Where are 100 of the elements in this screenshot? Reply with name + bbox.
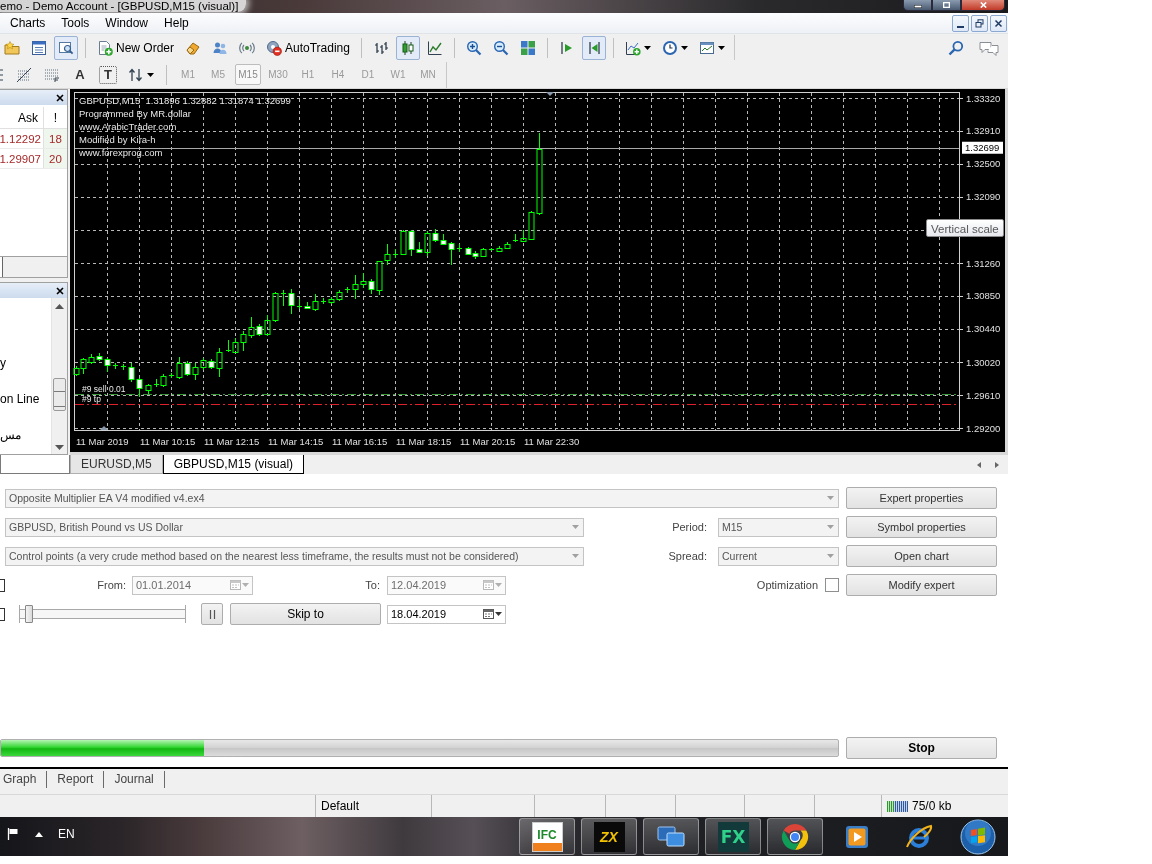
close-button[interactable] [961,0,1005,11]
tab[interactable]: Report [47,771,105,788]
current-price-label: 1.32699 [962,141,1003,154]
scroll-marker-icon[interactable] [100,426,108,430]
autoscroll-button[interactable] [581,35,606,60]
chart-info-text: GBPUSD,M15 1.31896 1.32882 1.31874 1.32699 [79,95,291,106]
menu-item[interactable]: Window [97,14,157,32]
chart-tab[interactable]: EURUSD,M5 [70,455,163,474]
checkbox[interactable] [0,578,5,592]
close-button[interactable] [53,284,66,297]
candles-button[interactable] [395,35,420,60]
skip-to-button[interactable]: Skip to [230,603,381,625]
close-icon [979,2,987,8]
app-logo: FX [717,821,749,852]
column-header[interactable]: ! [44,107,67,128]
close-icon [994,18,1003,28]
price-label: 1.30850 [966,290,1001,302]
maximize-button[interactable] [932,0,961,11]
chart-tab[interactable]: GBPUSD,M15 (visual) [162,455,305,474]
tree-item[interactable]: y [0,354,50,372]
search-icon [948,39,964,56]
caret-icon [571,554,579,558]
time-label: 11 Mar 20:15 [460,436,516,447]
scroll-right-icon[interactable] [995,461,999,468]
caret-icon [826,525,834,529]
tab[interactable]: Graph [0,771,48,788]
taskbar-button[interactable]: FX [705,818,761,855]
chat-bubbles-icon [978,39,1000,56]
checkbox[interactable] [825,578,839,592]
price-label: 1.30440 [966,323,1001,335]
field-label: Spread: [667,550,708,562]
minimize-button[interactable] [903,0,932,11]
chart-info-text: Modified by Kira-h [79,134,156,145]
tree-item[interactable]: مس [0,426,50,444]
scrollbar-thumb[interactable] [53,378,66,411]
text-tool-button[interactable]: A [68,62,92,87]
expert-properties-button[interactable]: Expert properties [846,487,997,509]
modify-expert-button[interactable]: Modify expert [846,574,997,596]
taskbar-button[interactable] [643,818,699,855]
pause-icon [208,609,216,619]
scroll-left-icon[interactable] [977,461,981,468]
orb-icon [960,818,996,855]
wheel-icon [780,821,810,852]
time-label: 11 Mar 12:15 [204,436,260,447]
tree-item[interactable]: on Line [0,390,50,408]
calendar-icon [483,580,494,590]
scroll-up-icon[interactable] [55,304,64,309]
taskbar-button[interactable]: IFC [519,818,575,855]
menu-item[interactable]: Help [156,14,197,32]
candlestick-icon [399,39,416,56]
column-header[interactable]: Ask [0,107,44,128]
scroll-down-icon[interactable] [55,445,64,450]
tab[interactable]: Journal [104,771,165,788]
app-logo: ZX [593,821,625,852]
date-field[interactable]: 18.04.2019 [387,604,506,624]
checkbox[interactable] [0,607,5,621]
pause-button[interactable] [201,603,223,625]
maximize-icon [943,2,950,8]
caret-up-icon[interactable] [35,832,43,837]
arrows-icon [128,66,144,83]
taskbar-button[interactable] [767,818,823,855]
minimize-button[interactable] [952,14,969,32]
zoom-in-icon [465,39,482,56]
new-order-button[interactable]: New Order [93,35,178,60]
calendar-icon [483,609,494,619]
symbol-properties-button[interactable]: Symbol properties [846,516,997,538]
no-entry-icon [266,39,282,56]
checkbox-label: Optimization [755,579,819,591]
caret-icon [242,583,249,587]
price-label: 1.32910 [966,125,1001,137]
order-label: #9 sell 0.01 [82,384,126,394]
fibonacci-icon [16,66,32,83]
chart-info-text: Programmed By MR.dollar [79,108,191,119]
window-list-icon [31,39,47,56]
navigator-button[interactable] [54,35,78,60]
shift-marker-icon[interactable] [546,92,554,96]
app-logo: IFC [531,821,563,852]
price-label: 1.32500 [966,158,1001,170]
close-button[interactable] [990,14,1007,32]
price-label: 1.33320 [966,92,1001,104]
scrollbar[interactable] [51,298,67,454]
caret-icon [571,525,579,529]
open-chart-button[interactable]: Open chart [846,545,997,567]
language-indicator[interactable]: EN [58,826,75,841]
profile-name: Default [321,799,360,813]
traffic-text: 75/0 kb [912,799,952,813]
menu-item[interactable]: Tools [53,14,98,32]
document-plus-icon [97,39,113,56]
partial-icon[interactable] [0,66,4,83]
restore-button[interactable] [971,14,988,32]
taskbar-button[interactable]: ZX [581,818,637,855]
signal-icon [239,39,255,56]
autotrading-button[interactable]: AutoTrading [262,35,354,60]
stop-button[interactable]: Stop [846,737,997,759]
close-icon [55,286,64,295]
order-label: #9 tp [82,393,101,404]
flag-icon[interactable] [7,827,19,840]
menu-item[interactable]: Charts [2,14,54,32]
clock-icon [661,39,678,56]
close-button[interactable] [53,91,66,104]
